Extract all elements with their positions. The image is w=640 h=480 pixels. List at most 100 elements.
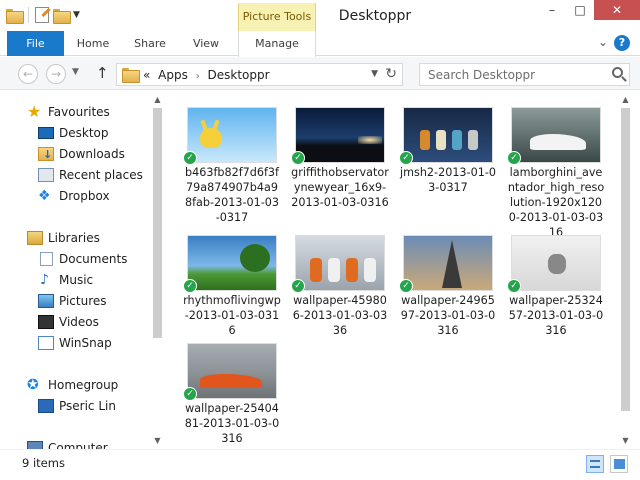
- thumbnail-figure: [310, 258, 322, 282]
- nav-computer-label: Computer: [48, 441, 108, 449]
- navigation-bar: ← → ▼ ↑ « Apps › Desktoppr ▼ ↻ Search De…: [0, 57, 640, 90]
- homegroup-icon: ✪: [27, 377, 39, 393]
- file-item[interactable]: ✓ wallpaper-2496597-2013-01-03-0316: [399, 227, 497, 339]
- file-item[interactable]: ✓ jmsh2-2013-01-03-0317: [399, 99, 497, 227]
- thumbnail-figure: [420, 130, 430, 150]
- nav-item-label: Pictures: [59, 294, 107, 308]
- nav-item-label: Desktop: [59, 126, 109, 140]
- scroll-down-icon[interactable]: ▼: [149, 432, 166, 449]
- star-icon: ★: [27, 102, 42, 121]
- thumbnail-figure: [452, 130, 462, 150]
- forward-button[interactable]: →: [46, 64, 66, 84]
- sync-check-icon: ✓: [507, 279, 521, 293]
- file-item[interactable]: ✓ lamborghini_aventador_high_resolution-…: [507, 99, 605, 239]
- window-controls: – □ ✕: [538, 0, 640, 20]
- user-icon: [38, 399, 54, 413]
- thumbnail-figure: [364, 258, 376, 282]
- minimize-button[interactable]: –: [538, 0, 566, 20]
- file-name: wallpaper-459806-2013-01-03-0336: [292, 294, 388, 337]
- navigation-pane: ★ Favourites Desktop Downloads Recent pl…: [0, 91, 149, 449]
- nav-item-label: Downloads: [59, 147, 125, 161]
- breadcrumb: « Apps › Desktoppr: [143, 68, 274, 82]
- nav-item-label: Music: [59, 273, 94, 287]
- breadcrumb-overflow[interactable]: «: [143, 68, 150, 82]
- nav-favourites-label: Favourites: [48, 105, 110, 119]
- thumbnail-figure: [346, 258, 358, 282]
- file-view-scrollbar[interactable]: ▲ ▼: [617, 91, 634, 449]
- scroll-thumb[interactable]: [153, 108, 162, 338]
- navigation-pane-scrollbar[interactable]: ▲ ▼: [149, 91, 166, 449]
- file-thumbnail: [295, 107, 385, 163]
- search-box[interactable]: Search Desktoppr: [419, 63, 630, 86]
- scroll-down-icon[interactable]: ▼: [617, 432, 634, 449]
- large-icons-view-button[interactable]: [610, 455, 628, 473]
- details-view-button[interactable]: [586, 455, 604, 473]
- file-thumbnail: [511, 235, 601, 291]
- expand-ribbon-chevron-down-icon[interactable]: ⌄: [598, 35, 608, 49]
- breadcrumb-separator[interactable]: ›: [196, 71, 200, 82]
- scroll-track[interactable]: [153, 108, 162, 432]
- file-item[interactable]: ✓ wallpaper-2540481-2013-01-03-0316: [183, 335, 281, 447]
- nav-item-label: WinSnap: [59, 336, 112, 350]
- nav-item-label: Pseric Lin: [59, 399, 116, 413]
- thumbnail-figure: [530, 134, 586, 150]
- breadcrumb-desktoppr[interactable]: Desktoppr: [208, 68, 270, 82]
- search-placeholder: Search Desktoppr: [428, 68, 536, 82]
- winsnap-icon: [38, 336, 54, 350]
- help-icon[interactable]: ?: [614, 35, 630, 51]
- search-icon: [612, 67, 623, 78]
- details-view-icon: [590, 460, 600, 468]
- sync-check-icon: ✓: [183, 279, 197, 293]
- documents-icon: [40, 252, 53, 266]
- file-item[interactable]: ✓ griffithobservatorynewyear_16x9-2013-0…: [291, 99, 389, 227]
- sync-check-icon: ✓: [183, 151, 197, 165]
- file-name: rhythmoflivingwp-2013-01-03-0316: [183, 294, 281, 337]
- sync-check-icon: ✓: [399, 279, 413, 293]
- breadcrumb-apps[interactable]: Apps: [158, 68, 188, 82]
- folder-icon: [122, 68, 140, 83]
- scroll-thumb[interactable]: [621, 108, 630, 411]
- tab-share[interactable]: Share: [126, 31, 174, 56]
- nav-item-label: Dropbox: [59, 189, 110, 203]
- tab-file[interactable]: File: [7, 31, 64, 56]
- thumbnail-figure: [200, 128, 222, 148]
- ribbon-tabs: File Home Share View Manage ⌄ ?: [0, 31, 640, 57]
- thumbnail-figure: [436, 130, 446, 150]
- large-icons-view-icon: [614, 459, 625, 469]
- tab-home[interactable]: Home: [70, 31, 116, 56]
- address-bar[interactable]: « Apps › Desktoppr ▼ ↻: [116, 63, 403, 86]
- libraries-icon: [27, 231, 43, 245]
- sync-check-icon: ✓: [291, 279, 305, 293]
- up-one-level-button[interactable]: ↑: [96, 64, 109, 82]
- pictures-icon: [38, 294, 54, 308]
- file-item[interactable]: ✓ wallpaper-2532457-2013-01-03-0316: [507, 227, 605, 339]
- scroll-track[interactable]: [621, 108, 630, 432]
- file-item[interactable]: ✓ rhythmoflivingwp-2013-01-03-0316: [183, 227, 281, 339]
- file-item[interactable]: ✓ wallpaper-459806-2013-01-03-0336: [291, 227, 389, 339]
- recent-locations-chevron-down-icon[interactable]: ▼: [72, 67, 79, 77]
- tab-view[interactable]: View: [184, 31, 228, 56]
- file-thumbnail: [403, 235, 493, 291]
- scroll-up-icon[interactable]: ▲: [149, 91, 166, 108]
- scroll-up-icon[interactable]: ▲: [617, 91, 634, 108]
- refresh-icon[interactable]: ↻: [385, 66, 397, 82]
- file-name: wallpaper-2540481-2013-01-03-0316: [184, 402, 280, 445]
- file-view: ✓ b463fb82f7d6f3f79a874907b4a98fab-2013-…: [169, 91, 615, 449]
- thumbnail-figure: [240, 244, 270, 272]
- file-thumbnail: [187, 107, 277, 163]
- tab-manage[interactable]: Manage: [238, 31, 316, 57]
- music-icon: ♪: [40, 272, 49, 288]
- file-item[interactable]: ✓ b463fb82f7d6f3f79a874907b4a98fab-2013-…: [183, 99, 281, 227]
- maximize-button[interactable]: □: [566, 0, 594, 20]
- file-name: griffithobservatorynewyear_16x9-2013-01-…: [291, 166, 389, 209]
- downloads-icon: [38, 145, 54, 165]
- file-thumbnail: [187, 235, 277, 291]
- sync-check-icon: ✓: [507, 151, 521, 165]
- videos-icon: [38, 315, 54, 329]
- thumbnail-figure: [328, 258, 340, 282]
- file-name: wallpaper-2532457-2013-01-03-0316: [508, 294, 604, 337]
- item-count: 9 items: [22, 456, 65, 470]
- back-button[interactable]: ←: [18, 64, 38, 84]
- close-button[interactable]: ✕: [594, 0, 640, 20]
- address-history-chevron-down-icon[interactable]: ▼: [371, 69, 378, 79]
